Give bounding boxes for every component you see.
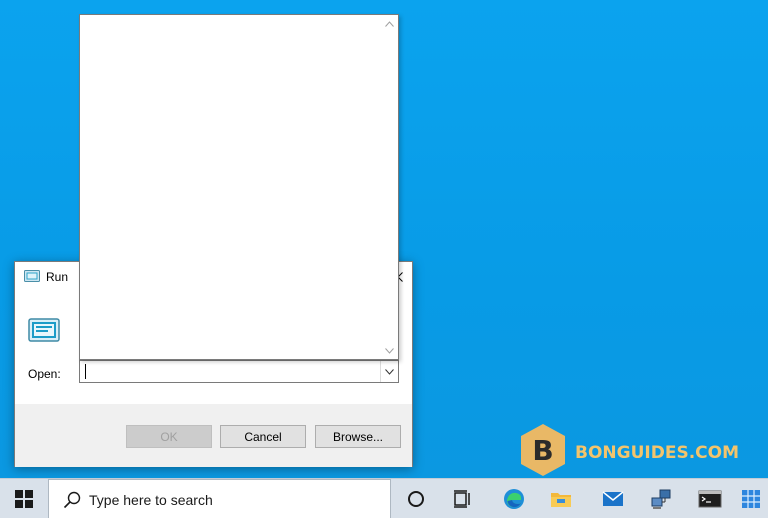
dialog-title: Run xyxy=(46,270,69,284)
watermark: B BONGUIDES.COM xyxy=(517,422,739,482)
run-large-icon xyxy=(28,318,60,342)
network-button[interactable] xyxy=(638,479,684,518)
bonguides-logo-icon: B xyxy=(521,424,565,476)
scroll-down-button[interactable] xyxy=(381,342,398,359)
taskbar: Type here to search xyxy=(0,478,768,518)
cortana-icon xyxy=(408,491,424,507)
network-icon xyxy=(651,489,671,509)
storage-icon xyxy=(742,490,760,508)
file-explorer-button[interactable] xyxy=(538,479,584,518)
ok-button[interactable]: OK xyxy=(126,425,212,448)
command-history-dropdown[interactable] xyxy=(79,14,399,360)
task-view-icon xyxy=(454,490,470,508)
start-button[interactable] xyxy=(0,479,48,518)
storage-button[interactable] xyxy=(734,479,768,518)
scroll-up-button[interactable] xyxy=(381,15,398,32)
dropdown-scrollbar[interactable] xyxy=(381,15,398,359)
search-icon xyxy=(63,491,81,509)
windows-start-icon xyxy=(15,490,33,508)
cancel-button[interactable]: Cancel xyxy=(220,425,306,448)
command-input[interactable] xyxy=(80,361,380,382)
svg-text:B: B xyxy=(532,434,553,467)
open-label: Open: xyxy=(28,367,61,381)
mail-button[interactable] xyxy=(590,479,636,518)
run-app-icon xyxy=(24,270,40,282)
edge-icon xyxy=(504,489,524,509)
text-caret xyxy=(85,364,86,379)
terminal-icon xyxy=(698,490,722,508)
open-combobox[interactable] xyxy=(79,360,399,383)
file-explorer-icon xyxy=(551,493,571,507)
browse-button[interactable]: Browse... xyxy=(315,425,401,448)
chevron-down-icon xyxy=(385,347,394,354)
combo-dropdown-button[interactable] xyxy=(380,361,398,382)
search-placeholder: Type here to search xyxy=(89,492,213,508)
task-view-button[interactable] xyxy=(440,479,486,518)
chevron-down-icon xyxy=(385,368,394,375)
chevron-up-icon xyxy=(385,20,394,27)
watermark-text: BONGUIDES.COM xyxy=(575,443,739,463)
cortana-button[interactable] xyxy=(393,479,439,518)
button-bar: OK Cancel Browse... xyxy=(15,404,412,467)
mail-icon xyxy=(602,491,624,506)
taskbar-search-box[interactable]: Type here to search xyxy=(48,479,391,518)
edge-button[interactable] xyxy=(491,479,537,518)
terminal-button[interactable] xyxy=(687,479,733,518)
